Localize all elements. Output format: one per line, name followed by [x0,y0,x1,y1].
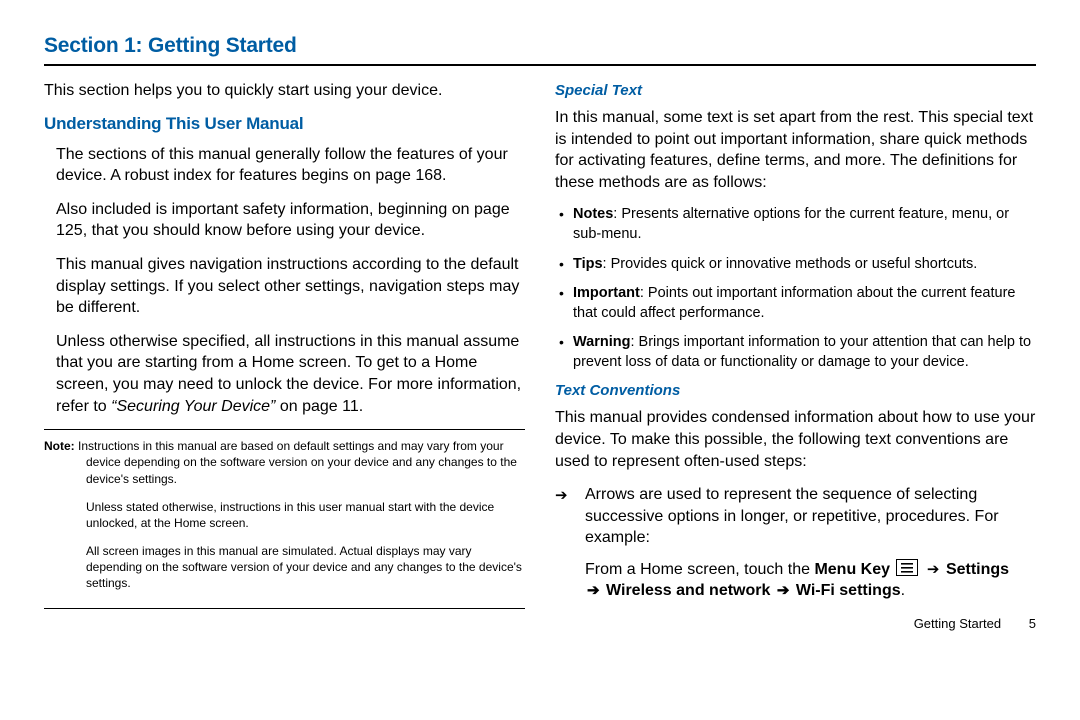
conventions-example: From a Home screen, touch the Menu Key ➔… [585,559,1036,602]
conventions-intro: This manual provides condensed informati… [555,407,1036,472]
bullet-label-tips: Tips [573,256,603,272]
paragraph-safety: Also included is important safety inform… [56,199,525,242]
note-unlocked: Unless stated otherwise, instructions in… [86,499,525,531]
arrow-icon: ➔ [585,582,602,599]
note-simulated-images: All screen images in this manual are sim… [86,543,525,592]
list-item: Warning: Brings important information to… [555,333,1036,372]
paragraph-sections: The sections of this manual generally fo… [56,144,525,187]
bullet-text-important: : Points out important information about… [573,285,1015,321]
note-label: Note: [44,439,75,453]
bullet-label-important: Important [573,285,640,301]
columns: This section helps you to quickly start … [44,80,1036,631]
special-text-list: Notes: Presents alternative options for … [555,205,1036,372]
bullet-text-notes: : Presents alternative options for the c… [573,206,1009,242]
heading-understanding: Understanding This User Manual [44,114,525,134]
note-default-settings-text: Instructions in this manual are based on… [78,439,517,485]
list-item: Important: Points out important informat… [555,284,1036,323]
bullet-label-warning: Warning [573,334,630,350]
intro-paragraph: This section helps you to quickly start … [44,80,525,102]
example-prefix: From a Home screen, touch the [585,561,814,578]
note-default-settings: Note: Instructions in this manual are ba… [44,438,525,487]
page-footer: Getting Started 5 [555,616,1036,631]
bullet-text-tips: : Provides quick or innovative methods o… [603,256,978,272]
paragraph-navigation: This manual gives navigation instruction… [56,254,525,319]
paragraph-home-screen: Unless otherwise specified, all instruct… [56,331,525,417]
note-box: Note: Instructions in this manual are ba… [44,429,525,609]
arrow-icon: ➔ [775,582,792,599]
list-item: ➔ Arrows are used to represent the seque… [555,484,1036,549]
conventions-list: ➔ Arrows are used to represent the seque… [555,484,1036,549]
page-number: 5 [1029,616,1036,631]
menu-key-icon [896,559,918,576]
page: Section 1: Getting Started This section … [0,0,1080,641]
title-rule [44,64,1036,66]
bullet-label-notes: Notes [573,206,613,222]
ref-securing-device: “Securing Your Device” [111,398,275,415]
label-wifi-settings: Wi-Fi settings [796,582,901,599]
heading-text-conventions: Text Conventions [555,382,1036,399]
list-item: Tips: Provides quick or innovative metho… [555,255,1036,275]
list-item: Notes: Presents alternative options for … [555,205,1036,244]
right-column: Special Text In this manual, some text i… [555,80,1036,631]
paragraph-home-screen-b: on page 11. [275,398,363,415]
label-settings: Settings [946,561,1009,578]
arrow-icon: ➔ [555,486,568,506]
label-wireless: Wireless and network [606,582,770,599]
section-title: Section 1: Getting Started [44,34,1036,58]
arrow-icon: ➔ [925,561,942,578]
arrow-item-text: Arrows are used to represent the sequenc… [585,486,999,546]
heading-special-text: Special Text [555,82,1036,99]
bullet-text-warning: : Brings important information to your a… [573,334,1031,370]
footer-label: Getting Started [914,616,1001,631]
special-text-intro: In this manual, some text is set apart f… [555,107,1036,193]
label-menu-key: Menu Key [814,561,890,578]
left-column: This section helps you to quickly start … [44,80,525,631]
